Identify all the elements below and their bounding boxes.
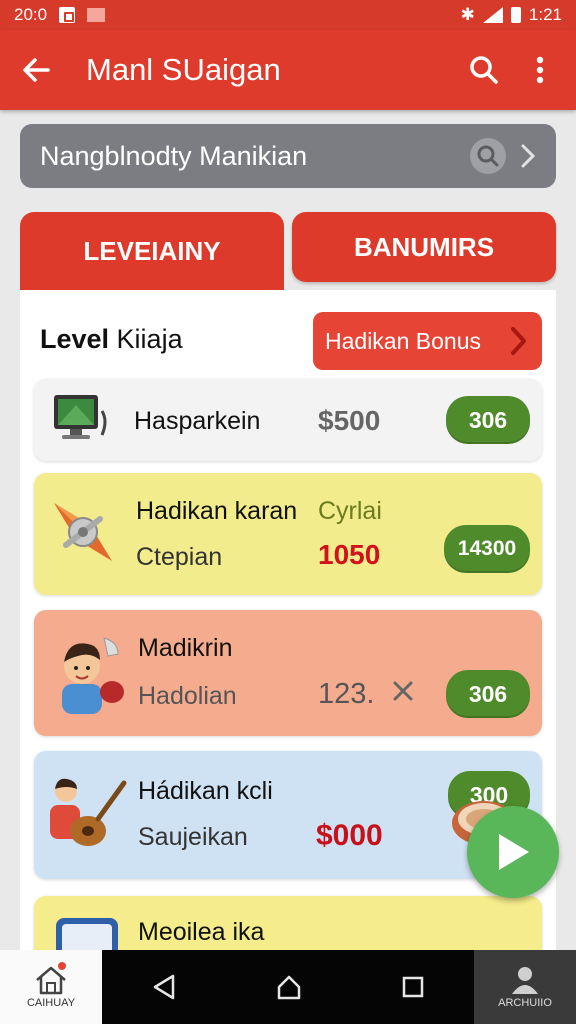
item-name: Madikrin	[138, 634, 233, 662]
search-icon[interactable]	[470, 138, 506, 174]
list-item[interactable]: Meoilea ika	[34, 896, 542, 950]
monitor-icon	[54, 395, 107, 439]
item-price: $000	[316, 819, 383, 852]
close-icon[interactable]	[392, 680, 414, 702]
home-circle-icon[interactable]	[275, 973, 303, 1001]
item-price: $500	[318, 405, 381, 436]
bottom-navigation: CAIHUAY ARCHUIIO	[0, 950, 576, 1024]
status-bar: 20:0 ✱ 1:21	[0, 0, 576, 30]
notification-icon	[59, 7, 76, 23]
level-badge[interactable]: 306	[446, 396, 530, 444]
more-options-button[interactable]	[512, 30, 568, 110]
signal-icon	[482, 7, 503, 23]
list-item[interactable]: Hádikan kcli Saujeikan $000 300	[34, 751, 542, 879]
item-subtitle: Saujeikan	[138, 823, 248, 851]
bluetooth-icon: ✱	[460, 5, 475, 24]
item-name: Hadikan karan	[136, 497, 298, 525]
play-button[interactable]	[467, 806, 559, 898]
nav-profile-label: ARCHUIIO	[498, 997, 552, 1009]
person-icon	[512, 967, 538, 994]
list-item[interactable]: Hadikan karan Cyrlai Ctepian 1050 14300	[34, 473, 542, 595]
arrow-left-icon	[23, 58, 50, 82]
nav-home[interactable]: CAIHUAY	[0, 950, 102, 1024]
item-name: Hasparkein	[134, 407, 261, 435]
item-subtitle: Hadolian	[138, 682, 237, 710]
app-bar: Manl SUaigan	[0, 30, 576, 110]
back-button[interactable]	[0, 30, 72, 110]
status-clock: 1:21	[528, 5, 562, 24]
item-name: Meoilea ika	[138, 918, 265, 946]
page-title: Manl SUaigan	[86, 52, 281, 87]
bonus-button-label: Hadikan Bonus	[325, 327, 481, 354]
shuriken-icon	[54, 503, 112, 561]
list-item[interactable]: Madikrin Hadolian 123. 306	[34, 610, 542, 736]
boy-avatar-icon	[62, 637, 124, 714]
battery-icon	[510, 7, 521, 23]
level-badge[interactable]: 306	[446, 670, 530, 718]
search-icon	[470, 56, 498, 84]
nav-home-label: CAIHUAY	[26, 997, 76, 1009]
chevron-right-icon	[511, 327, 526, 355]
nav-profile[interactable]: ARCHUIIO	[474, 950, 576, 1024]
bonus-button[interactable]: Hadikan Bonus	[313, 312, 542, 370]
status-time: 20:0	[14, 5, 48, 24]
search-button[interactable]	[456, 30, 512, 110]
notification-dot	[56, 960, 68, 972]
item-subtitle: Ctepian	[136, 543, 223, 571]
level-badge[interactable]: 14300	[444, 525, 530, 573]
chevron-right-icon[interactable]	[520, 143, 536, 169]
item-price: 1050	[318, 539, 381, 570]
level-heading: Level Kiiaja	[40, 324, 183, 354]
back-triangle-icon[interactable]	[151, 973, 177, 1001]
tablet-icon	[56, 918, 118, 950]
tab-bonus[interactable]: BANUMIRS	[292, 212, 556, 282]
item-tag: Cyrlai	[318, 497, 382, 525]
play-icon	[499, 834, 529, 870]
guitar-player-icon	[50, 778, 127, 846]
item-price: 123.	[318, 678, 375, 710]
item-name: Hádikan kcli	[138, 777, 273, 805]
tab-leveling[interactable]: LEVEIAINY	[20, 212, 284, 290]
mail-icon	[87, 8, 106, 22]
list-item[interactable]: Hasparkein $500 306	[34, 379, 542, 461]
search-input[interactable]: Nangblnodty Manikian	[20, 124, 556, 188]
search-text: Nangblnodty Manikian	[40, 140, 308, 171]
recents-square-icon[interactable]	[401, 975, 425, 999]
more-vert-icon	[536, 56, 544, 84]
system-nav	[102, 950, 474, 1024]
